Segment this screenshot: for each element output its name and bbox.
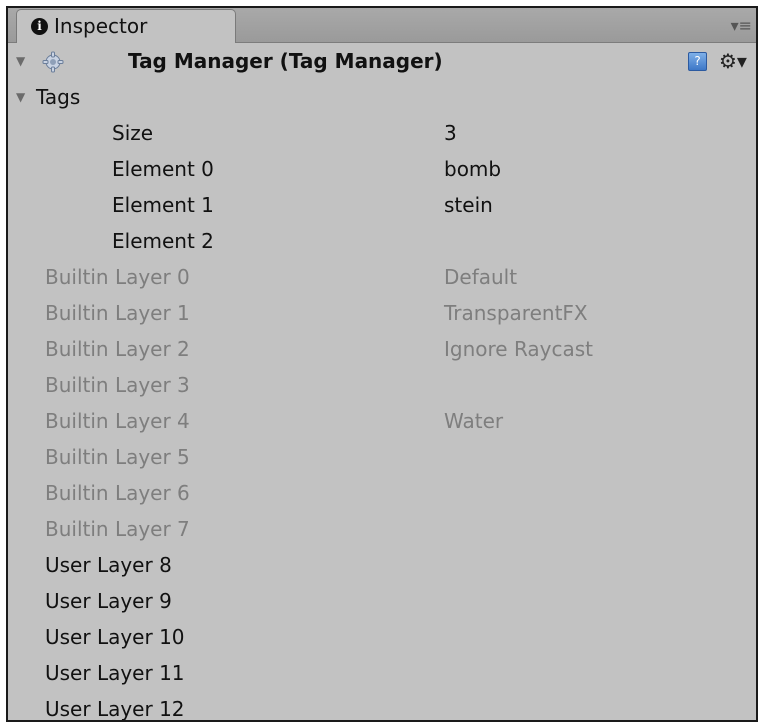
property-label: Element 0 [112,157,214,181]
layer-label: Builtin Layer 1 [45,301,190,325]
layer-label: Builtin Layer 6 [45,481,190,505]
tags-size-row: Size 3 [8,115,756,151]
layer-label: Builtin Layer 0 [45,265,190,289]
layer-label: Builtin Layer 7 [45,517,190,541]
layer-label: Builtin Layer 5 [45,445,190,469]
tab-title: Inspector [54,14,148,38]
component-header: ▼ Tag Manager (Tag Manager) ? ⚙▾ [8,43,756,79]
component-title: Tag Manager (Tag Manager) [128,49,443,73]
gear-icon [42,51,64,73]
settings-gear-icon[interactable]: ⚙▾ [719,43,747,79]
builtin-layer-row: Builtin Layer 2 Ignore Raycast [8,331,756,367]
layer-label: User Layer 10 [45,625,185,649]
size-field[interactable]: 3 [444,115,457,151]
layer-label: User Layer 9 [45,589,172,613]
layer-label: User Layer 12 [45,697,185,721]
layer-label: Builtin Layer 4 [45,409,190,433]
property-label: Size [112,121,154,145]
inspector-window: i Inspector ▾≡ ▼ Tag Manager (Tag Manage… [6,6,758,722]
inspector-content: ▼ Tag Manager (Tag Manager) ? ⚙▾ ▼ Tags … [8,43,756,720]
fold-arrow-icon[interactable]: ▼ [16,79,25,115]
user-layer-row: User Layer 12 [8,691,756,721]
layer-name-field: TransparentFX [444,301,588,325]
tag-element-row: Element 1 stein [8,187,756,223]
builtin-layer-row: Builtin Layer 1 TransparentFX [8,295,756,331]
layer-name-field: Water [444,409,504,433]
builtin-layer-row: Builtin Layer 7 [8,511,756,547]
builtin-layer-row: Builtin Layer 6 [8,475,756,511]
tag-field[interactable]: bomb [444,151,501,187]
fold-arrow-icon[interactable]: ▼ [16,43,25,79]
builtin-layer-row: Builtin Layer 5 [8,439,756,475]
builtin-layer-row: Builtin Layer 4 Water [8,403,756,439]
user-layer-row: User Layer 9 [8,583,756,619]
builtin-layer-row: Builtin Layer 3 [8,367,756,403]
layer-label: User Layer 8 [45,553,172,577]
tab-bar: i Inspector ▾≡ [8,8,756,43]
layer-name-field: Ignore Raycast [444,337,594,361]
tags-foldout[interactable]: ▼ Tags [8,79,756,115]
property-label: Element 1 [112,193,214,217]
builtin-layer-row: Builtin Layer 0 Default [8,259,756,295]
user-layer-row: User Layer 10 [8,619,756,655]
tag-element-row: Element 2 [8,223,756,259]
help-icon[interactable]: ? [688,52,707,71]
tag-element-row: Element 0 bomb [8,151,756,187]
tab-inspector[interactable]: i Inspector [16,9,236,43]
user-layer-row: User Layer 8 [8,547,756,583]
property-label: Element 2 [112,229,214,253]
layer-label: User Layer 11 [45,661,185,685]
panel-menu-icon[interactable]: ▾≡ [731,18,752,34]
tag-field[interactable]: stein [444,187,493,223]
info-icon: i [31,18,48,35]
user-layer-row: User Layer 11 [8,655,756,691]
layer-label: Builtin Layer 3 [45,373,190,397]
tags-label: Tags [36,85,81,109]
layer-label: Builtin Layer 2 [45,337,190,361]
layer-name-field: Default [444,265,518,289]
